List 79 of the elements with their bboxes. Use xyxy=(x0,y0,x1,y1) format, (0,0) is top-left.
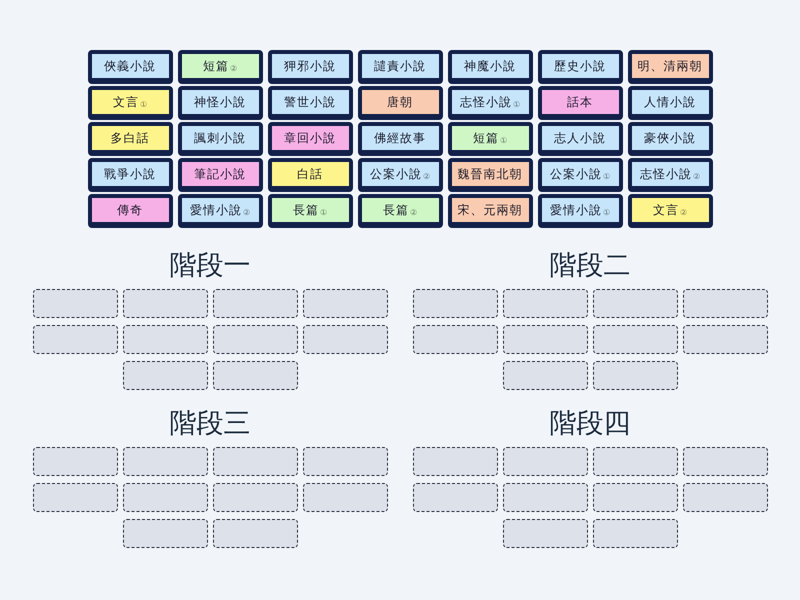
drop-slot[interactable] xyxy=(212,289,298,318)
drop-slot[interactable] xyxy=(302,447,388,476)
drop-slot[interactable] xyxy=(412,447,498,476)
word-tile[interactable]: 佛經故事 xyxy=(358,122,442,156)
drop-slot[interactable] xyxy=(502,447,588,476)
drop-slot[interactable] xyxy=(502,519,588,548)
drop-slot[interactable] xyxy=(212,361,298,390)
drop-slot[interactable] xyxy=(592,519,678,548)
drop-slot[interactable] xyxy=(412,325,498,354)
word-tile[interactable]: 筆記小說 xyxy=(178,158,262,192)
drop-slot[interactable] xyxy=(302,289,388,318)
drop-slot[interactable] xyxy=(122,447,208,476)
drop-slot[interactable] xyxy=(592,447,678,476)
drop-slot[interactable] xyxy=(412,483,498,512)
word-tile[interactable]: 歷史小說 xyxy=(538,50,622,84)
word-tile[interactable]: 人情小說 xyxy=(628,86,712,120)
word-tile[interactable]: 警世小說 xyxy=(268,86,352,120)
drop-slot[interactable] xyxy=(592,289,678,318)
group-title: 階段一 xyxy=(168,250,252,282)
drop-slot[interactable] xyxy=(412,289,498,318)
word-tile[interactable]: 諷刺小說 xyxy=(178,122,262,156)
word-tile[interactable]: 多白話 xyxy=(88,122,172,156)
word-tile[interactable]: 唐朝 xyxy=(358,86,442,120)
word-tile[interactable]: 明、清兩朝 xyxy=(628,50,712,84)
drop-slot[interactable] xyxy=(592,361,678,390)
drop-slot[interactable] xyxy=(592,483,678,512)
drop-slot[interactable] xyxy=(122,519,208,548)
word-tile[interactable]: 志怪小說 ① xyxy=(448,86,532,120)
word-tile[interactable]: 傳奇 xyxy=(88,194,172,228)
group-title: 階段四 xyxy=(548,408,632,440)
drop-slot[interactable] xyxy=(122,483,208,512)
word-tile[interactable]: 豪俠小說 xyxy=(628,122,712,156)
word-tile[interactable]: 章回小說 xyxy=(268,122,352,156)
word-tile[interactable]: 宋、元兩朝 xyxy=(448,194,532,228)
drop-slot[interactable] xyxy=(122,361,208,390)
word-tile[interactable]: 俠義小說 xyxy=(88,50,172,84)
word-tile[interactable]: 戰爭小說 xyxy=(88,158,172,192)
word-tile[interactable]: 白話 xyxy=(268,158,352,192)
group-title: 階段三 xyxy=(168,408,252,440)
drop-slot[interactable] xyxy=(212,325,298,354)
drop-slot[interactable] xyxy=(302,325,388,354)
drop-slot[interactable] xyxy=(212,483,298,512)
group-title: 階段二 xyxy=(548,250,632,282)
drop-slot[interactable] xyxy=(682,483,768,512)
drop-slot[interactable] xyxy=(122,325,208,354)
word-tile[interactable]: 長篇 ② xyxy=(358,194,442,228)
word-tile[interactable]: 志人小說 xyxy=(538,122,622,156)
word-tile[interactable]: 魏晉南北朝 xyxy=(448,158,532,192)
drop-slot[interactable] xyxy=(212,519,298,548)
word-tile[interactable]: 短篇 ① xyxy=(448,122,532,156)
drop-slot[interactable] xyxy=(502,289,588,318)
drop-slot[interactable] xyxy=(32,447,118,476)
word-tile[interactable]: 神怪小說 xyxy=(178,86,262,120)
drop-slot[interactable] xyxy=(122,289,208,318)
word-tile[interactable]: 短篇 ② xyxy=(178,50,262,84)
drop-slot[interactable] xyxy=(682,447,768,476)
drop-slot[interactable] xyxy=(682,289,768,318)
word-tile[interactable]: 狎邪小說 xyxy=(268,50,352,84)
word-tile[interactable]: 話本 xyxy=(538,86,622,120)
word-tile[interactable]: 文言 ② xyxy=(628,194,712,228)
word-tile[interactable]: 文言 ① xyxy=(88,86,172,120)
word-tile[interactable]: 長篇 ① xyxy=(268,194,352,228)
word-tile[interactable]: 公案小說 ① xyxy=(538,158,622,192)
word-tile[interactable]: 愛情小說 ② xyxy=(178,194,262,228)
drop-slot[interactable] xyxy=(502,325,588,354)
drop-slot[interactable] xyxy=(32,325,118,354)
drop-slot[interactable] xyxy=(592,325,678,354)
word-tile[interactable]: 公案小說 ② xyxy=(358,158,442,192)
word-tile[interactable]: 譴責小說 xyxy=(358,50,442,84)
drop-slot[interactable] xyxy=(32,289,118,318)
drop-slot[interactable] xyxy=(302,483,388,512)
word-tile[interactable]: 愛情小說 ① xyxy=(538,194,622,228)
drop-slot[interactable] xyxy=(212,447,298,476)
drop-slot[interactable] xyxy=(682,325,768,354)
word-tile[interactable]: 志怪小說 ② xyxy=(628,158,712,192)
drop-slot[interactable] xyxy=(502,483,588,512)
word-tile[interactable]: 神魔小說 xyxy=(448,50,532,84)
drop-slot[interactable] xyxy=(502,361,588,390)
drop-slot[interactable] xyxy=(32,483,118,512)
